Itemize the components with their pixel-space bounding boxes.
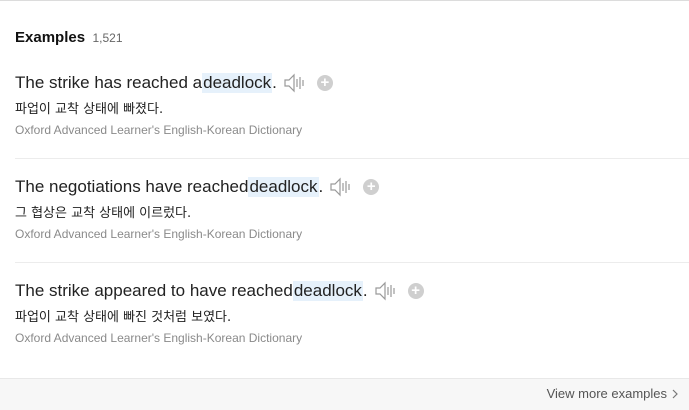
- example-source[interactable]: Oxford Advanced Learner's English-Korean…: [15, 227, 689, 241]
- example-sentence: The negotiations have reached deadlock. …: [15, 176, 689, 198]
- examples-header: Examples 1,521: [15, 29, 123, 47]
- sentence-text: The strike appeared to have reached: [15, 281, 293, 300]
- sentence-end: .: [272, 73, 277, 92]
- sentence-end: .: [362, 281, 368, 300]
- top-divider: [0, 0, 689, 1]
- example-source[interactable]: Oxford Advanced Learner's English-Korean…: [15, 331, 689, 345]
- speaker-icon[interactable]: [283, 73, 307, 93]
- view-more-label: View more examples: [546, 386, 667, 401]
- example-source[interactable]: Oxford Advanced Learner's English-Korean…: [15, 123, 689, 137]
- example-divider: [15, 158, 689, 159]
- example-translation: 그 협상은 교착 상태에 이르렀다.: [15, 206, 192, 221]
- example-sentence: The strike appeared to have reached dead…: [15, 280, 689, 302]
- keyword-highlight[interactable]: deadlock: [202, 73, 273, 93]
- sentence-text: The negotiations have reached: [15, 177, 249, 196]
- example-item: The negotiations have reached deadlock. …: [15, 176, 689, 241]
- keyword-highlight[interactable]: deadlock: [292, 281, 363, 301]
- sentence-end: .: [318, 177, 324, 196]
- add-to-wordbook-icon[interactable]: +: [407, 283, 424, 299]
- speaker-icon[interactable]: [374, 281, 398, 301]
- section-title: Examples: [15, 29, 86, 46]
- example-item: The strike appeared to have reached dead…: [15, 280, 689, 345]
- example-translation: 파업이 교착 상태에 빠졌다.: [15, 102, 164, 117]
- chevron-right-icon: [672, 389, 678, 398]
- keyword-highlight[interactable]: deadlock: [248, 177, 319, 197]
- add-to-wordbook-icon[interactable]: +: [316, 75, 333, 91]
- example-translation: 파업이 교착 상태에 빠진 것처럼 보였다.: [15, 310, 232, 325]
- examples-footer: View more examples: [0, 378, 689, 410]
- add-to-wordbook-icon[interactable]: +: [363, 179, 380, 195]
- examples-count: 1,521: [92, 31, 123, 45]
- view-more-examples-link[interactable]: View more examples: [547, 386, 679, 401]
- example-divider: [15, 262, 689, 263]
- example-item: The strike has reached a deadlock. + 파업이…: [15, 72, 689, 137]
- speaker-icon[interactable]: [329, 177, 353, 197]
- sentence-text: The strike has reached a: [15, 73, 203, 92]
- example-sentence: The strike has reached a deadlock. +: [15, 72, 689, 94]
